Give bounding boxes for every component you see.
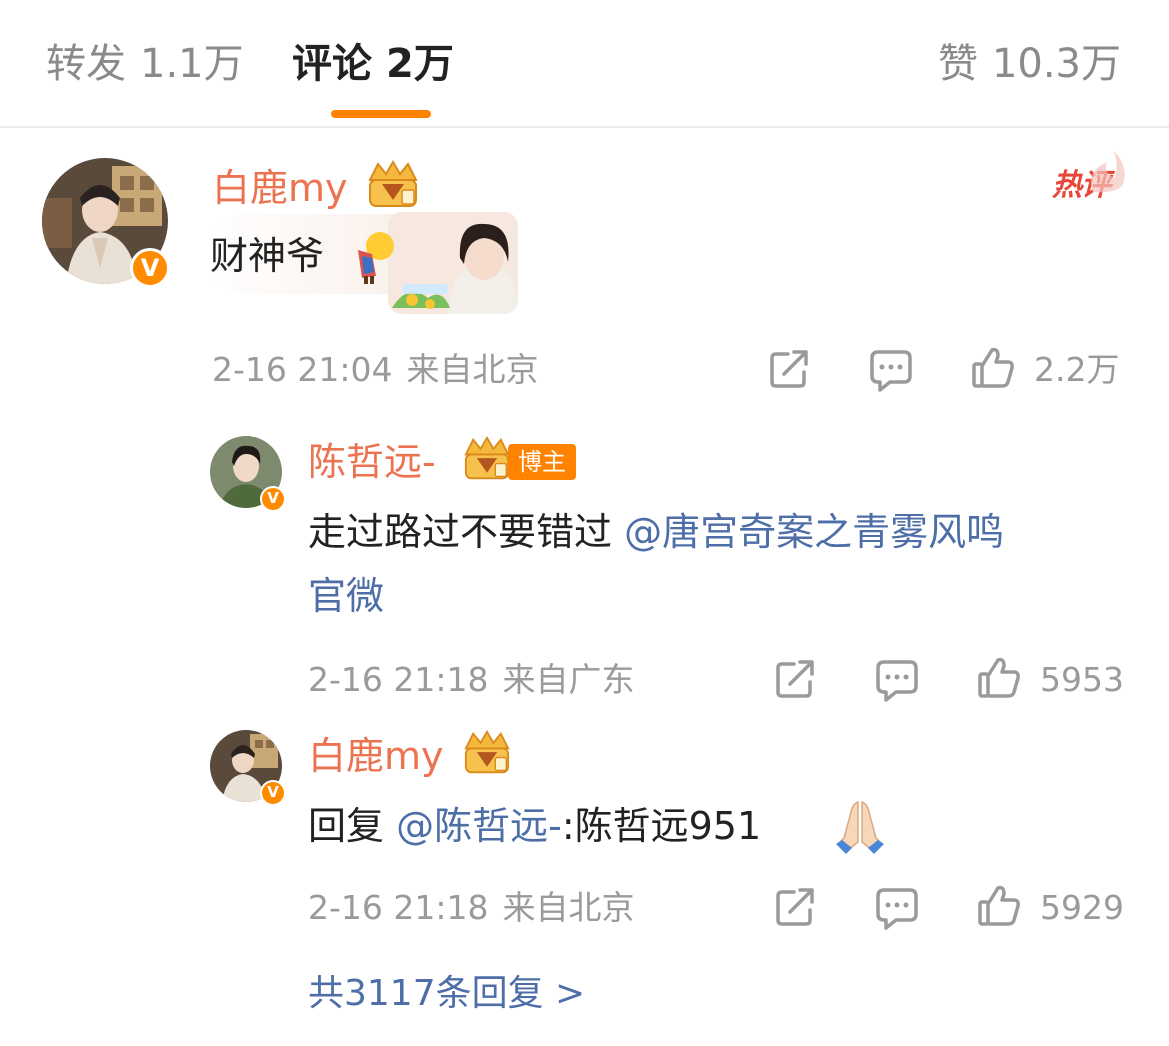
verified-v-icon: V bbox=[260, 780, 286, 806]
like-count: 5929 bbox=[1040, 888, 1124, 927]
tab-like-label: 赞 bbox=[937, 41, 978, 87]
avatar[interactable]: V bbox=[210, 436, 286, 512]
tab-like-count: 10.3万 bbox=[991, 41, 1121, 87]
tab-comment-count: 2万 bbox=[386, 41, 454, 87]
verified-v-icon: V bbox=[260, 486, 286, 512]
more-replies-link[interactable]: 共3117条回复 > bbox=[308, 970, 585, 1018]
tab-forward-count: 1.1万 bbox=[140, 41, 244, 87]
reply-text-content: 走过路过不要错过 bbox=[308, 510, 613, 554]
reply-location: 来自北京 bbox=[502, 888, 635, 927]
comment-icon[interactable] bbox=[874, 658, 920, 702]
username[interactable]: 白鹿my bbox=[212, 164, 348, 212]
crown-badge-icon bbox=[368, 160, 418, 207]
reply-location: 来自广东 bbox=[502, 660, 635, 699]
thumbs-up-icon[interactable] bbox=[976, 654, 1022, 700]
mention-link-continued[interactable]: 官微 bbox=[308, 574, 384, 618]
tab-comment-label: 评论 bbox=[292, 41, 372, 87]
sticker-image bbox=[388, 212, 518, 314]
thumbs-up-icon[interactable] bbox=[976, 882, 1022, 928]
comment-location: 来自北京 bbox=[406, 350, 539, 389]
share-icon[interactable] bbox=[768, 348, 812, 390]
active-tab-indicator bbox=[331, 110, 431, 118]
avatar[interactable]: V bbox=[42, 158, 170, 288]
like-count: 2.2万 bbox=[1034, 350, 1120, 389]
reply-text: 走过路过不要错过 @唐宫奇案之青雾风鸣 bbox=[308, 502, 1004, 562]
crown-badge-icon bbox=[464, 730, 510, 774]
blogger-badge: 博主 bbox=[508, 444, 576, 480]
tab-like[interactable]: 赞 10.3万 bbox=[938, 38, 1121, 90]
pray-hands-emoji bbox=[836, 800, 884, 854]
comment-tabs: 转发 1.1万 评论 2万 赞 10.3万 bbox=[0, 0, 1169, 128]
reply-text: 回复 @陈哲远-:陈哲远951 bbox=[308, 796, 761, 856]
tab-forward-label: 转发 bbox=[46, 41, 126, 87]
comment-meta: 2-16 21:04 来自北京 bbox=[212, 350, 539, 390]
comment-text: 财神爷 bbox=[210, 226, 324, 286]
reply-text-continued: 官微 bbox=[308, 566, 384, 626]
reply-prefix: 回复 bbox=[308, 804, 385, 848]
username[interactable]: 白鹿my bbox=[308, 732, 444, 780]
verified-v-icon: V bbox=[130, 248, 170, 288]
hot-flame-icon bbox=[1090, 150, 1125, 193]
username[interactable]: 陈哲远- bbox=[308, 438, 436, 486]
comment-text-content: 财神爷 bbox=[210, 234, 325, 278]
reply-meta: 2-16 21:18 来自北京 bbox=[308, 888, 635, 928]
comment-time: 2-16 21:04 bbox=[212, 350, 393, 389]
mention-link[interactable]: @唐宫奇案之青雾风鸣 bbox=[624, 510, 1004, 554]
share-icon[interactable] bbox=[774, 658, 818, 700]
reply-time: 2-16 21:18 bbox=[308, 660, 489, 699]
crown-badge-icon bbox=[464, 436, 510, 480]
tab-forward[interactable]: 转发 1.1万 bbox=[46, 38, 244, 90]
like-count: 5953 bbox=[1040, 660, 1124, 699]
comment-icon[interactable] bbox=[868, 348, 914, 392]
comment-icon[interactable] bbox=[874, 886, 920, 930]
share-icon[interactable] bbox=[774, 886, 818, 928]
reply-text-content: :陈哲远951 bbox=[561, 804, 762, 848]
avatar[interactable]: V bbox=[210, 730, 286, 806]
reply-time: 2-16 21:18 bbox=[308, 888, 489, 927]
mention-link[interactable]: @陈哲远- bbox=[396, 804, 562, 848]
bowing-emoji bbox=[358, 232, 394, 284]
tab-comment[interactable]: 评论 2万 bbox=[292, 38, 454, 90]
thumbs-up-icon[interactable] bbox=[970, 344, 1016, 390]
reply-meta: 2-16 21:18 来自广东 bbox=[308, 660, 635, 700]
